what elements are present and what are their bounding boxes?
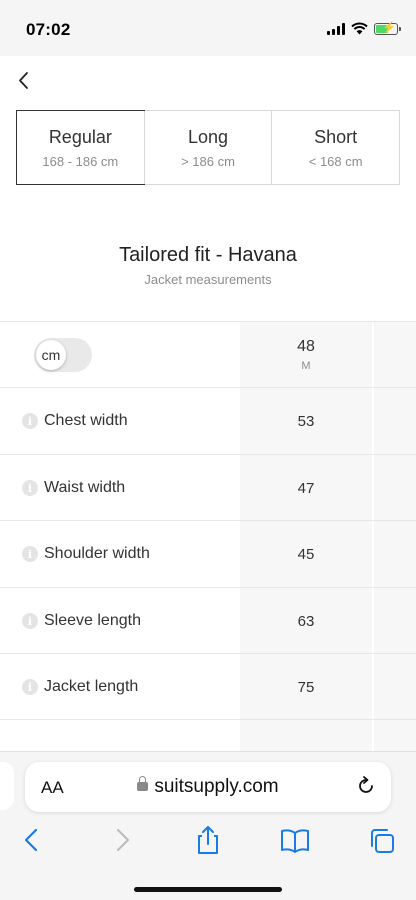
unit-toggle-knob: cm: [36, 340, 66, 370]
back-button[interactable]: [12, 66, 40, 96]
status-icons: ⚡: [327, 22, 401, 35]
info-icon[interactable]: i: [22, 613, 38, 629]
fit-tab-regular[interactable]: Regular 168 - 186 cm: [16, 110, 145, 185]
share-icon[interactable]: [190, 824, 226, 856]
row-label-group[interactable]: i Sleeve length: [22, 612, 141, 630]
row-value: 75: [297, 679, 315, 696]
fit-tab-range: < 168 cm: [308, 154, 363, 169]
product-subtitle: Jacket measurements: [144, 272, 272, 287]
fit-tab-name: Short: [314, 127, 358, 147]
info-icon[interactable]: i: [22, 480, 38, 496]
fit-selector: Regular 168 - 186 cm Long > 186 cm Short…: [16, 110, 400, 185]
battery-icon: ⚡: [374, 22, 401, 35]
url-text: suitsupply.com: [154, 776, 279, 797]
row-value: 63: [297, 613, 315, 630]
info-icon[interactable]: i: [22, 546, 38, 562]
row-label-group[interactable]: i Jacket length: [22, 678, 138, 696]
home-indicator: [134, 887, 282, 892]
chevron-left-icon: [19, 72, 28, 89]
status-time: 07:02: [26, 20, 71, 39]
row-label: Shoulder width: [44, 545, 150, 562]
page: 07:02 ⚡ Regular 168 - 186 cm Long > 186 …: [0, 0, 416, 900]
url-display[interactable]: suitsupply.com: [25, 776, 391, 798]
row-label: Sleeve length: [44, 612, 141, 629]
previous-tab-preview[interactable]: [0, 762, 14, 810]
row-label: Chest width: [44, 412, 128, 429]
row-value: 45: [297, 546, 315, 563]
row-label: Waist width: [44, 479, 126, 496]
row-label-group[interactable]: i Shoulder width: [22, 545, 150, 563]
fit-tab-name: Regular: [48, 127, 112, 147]
info-icon[interactable]: i: [22, 679, 38, 695]
fit-tab-range: > 186 cm: [181, 154, 235, 169]
forward-nav-icon[interactable]: [104, 824, 140, 856]
measurements-table: cm 48 M i Chest width 53 i Waist width 4…: [0, 321, 416, 751]
browser-toolbar: AA suitsupply.com: [0, 751, 416, 900]
cellular-signal-icon: [327, 22, 345, 35]
table-row-partial: [0, 719, 416, 751]
row-value: 53: [297, 413, 315, 430]
row-value: 47: [297, 480, 315, 497]
fit-tab-long[interactable]: Long > 186 cm: [143, 111, 272, 184]
lock-icon: [137, 776, 149, 791]
wifi-icon: [351, 22, 368, 35]
size-letter: M: [301, 360, 311, 372]
table-row: i Jacket length 75: [0, 653, 416, 719]
table-header-row: cm 48 M: [0, 321, 416, 387]
table-row: i Chest width 53: [0, 387, 416, 454]
unit-toggle[interactable]: cm: [34, 338, 92, 372]
fit-tab-short[interactable]: Short < 168 cm: [271, 111, 399, 184]
back-nav-icon[interactable]: [14, 824, 50, 856]
size-number: 48: [297, 338, 315, 355]
row-label-group[interactable]: i Waist width: [22, 479, 125, 497]
fit-tab-range: 168 - 186 cm: [42, 154, 119, 169]
table-row: i Sleeve length 63: [0, 587, 416, 653]
fit-tab-name: Long: [187, 127, 229, 147]
table-row: i Waist width 47: [0, 454, 416, 520]
status-bar: 07:02 ⚡: [0, 0, 416, 56]
tabs-icon[interactable]: [364, 824, 400, 856]
address-bar[interactable]: AA suitsupply.com: [25, 762, 391, 812]
row-label: Jacket length: [44, 678, 139, 695]
info-icon[interactable]: i: [22, 413, 38, 429]
row-label-group[interactable]: i Chest width: [22, 412, 128, 430]
table-row: i Shoulder width 45: [0, 520, 416, 587]
product-title: Tailored fit - Havana: [119, 244, 297, 266]
bookmarks-icon[interactable]: [277, 824, 313, 856]
reload-icon[interactable]: [355, 775, 377, 797]
